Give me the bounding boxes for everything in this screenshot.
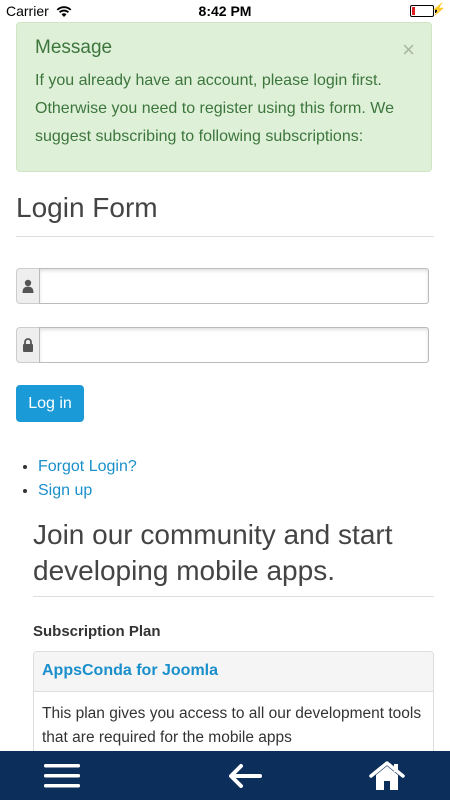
alert-text: If you already have an account, please l… — [35, 72, 394, 145]
bottom-nav — [0, 751, 450, 800]
arrow-left-icon[interactable] — [214, 751, 274, 800]
page-title: Login Form — [16, 192, 158, 223]
login-button[interactable]: Log in — [16, 385, 84, 422]
password-input[interactable] — [39, 327, 429, 363]
forgot-login-link[interactable]: Forgot Login? — [38, 458, 137, 475]
username-input[interactable] — [39, 268, 429, 304]
home-icon[interactable] — [357, 751, 417, 800]
password-row — [16, 327, 429, 363]
alert-message: Message If you already have an account, … — [16, 22, 432, 172]
lock-icon — [16, 327, 39, 363]
user-icon — [16, 268, 39, 304]
charging-icon: ⚡ — [431, 2, 446, 16]
alert-title: Message — [35, 37, 113, 58]
close-icon[interactable]: × — [402, 37, 415, 63]
subscription-plan-label: Subscription Plan — [33, 623, 161, 640]
plan-description: This plan gives you access to all our de… — [42, 705, 422, 746]
join-heading: Join our community and start developing … — [33, 519, 393, 586]
clock: 8:42 PM — [198, 3, 252, 19]
plan-name[interactable]: AppsConda for Joomla — [34, 652, 433, 692]
status-bar: Carrier 8:42 PM ⚡ — [0, 0, 450, 22]
list-item: Forgot Login? — [38, 456, 137, 480]
sign-up-link[interactable]: Sign up — [38, 482, 92, 499]
account-links: Forgot Login? Sign up — [16, 456, 137, 504]
menu-icon[interactable] — [32, 751, 92, 800]
list-item: Sign up — [38, 480, 137, 504]
divider — [16, 236, 434, 237]
divider — [33, 596, 434, 597]
username-row — [16, 268, 429, 304]
